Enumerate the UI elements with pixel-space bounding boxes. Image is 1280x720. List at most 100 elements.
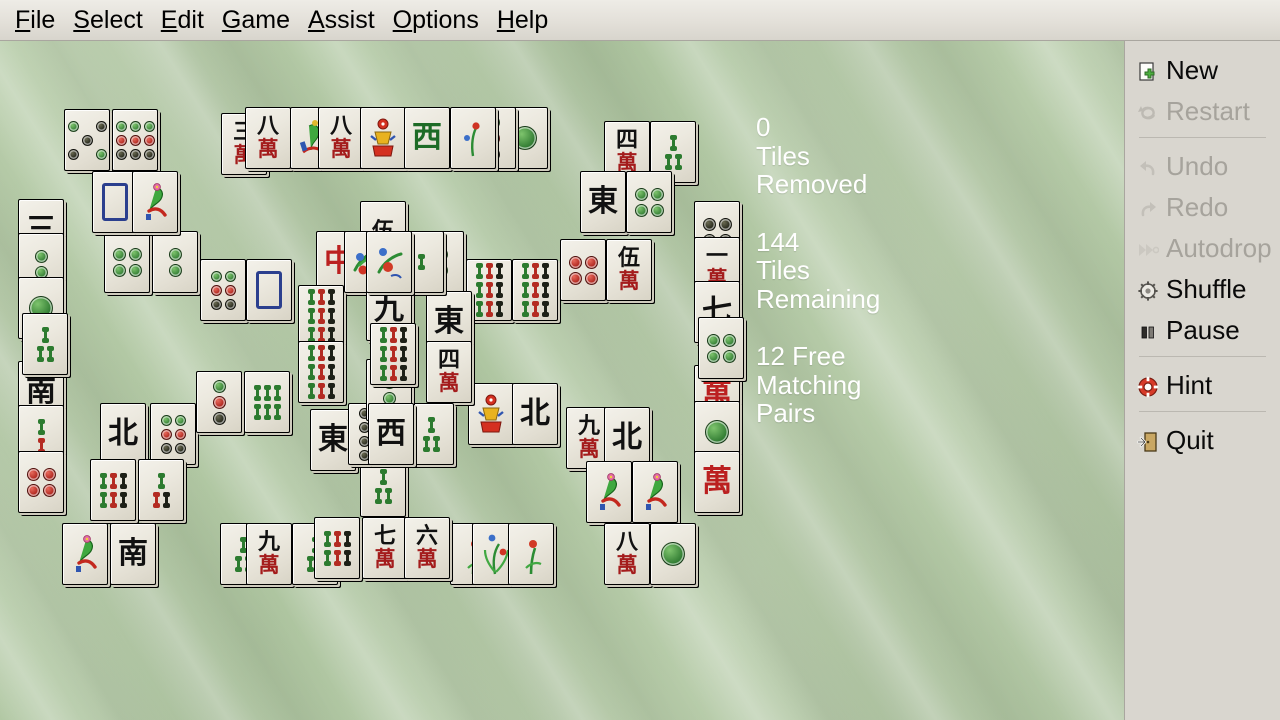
bamboo-stick	[379, 468, 387, 485]
tile-wind-east[interactable]: 東	[580, 171, 626, 233]
menu-help[interactable]: Help	[488, 5, 557, 35]
tile-flower-small-b[interactable]	[508, 523, 554, 585]
tile-bam-3c[interactable]	[138, 459, 184, 521]
tile-char-8b[interactable]: 八萬	[318, 107, 364, 169]
sidebar-quit-button[interactable]: Quit	[1125, 419, 1280, 460]
tile-face	[361, 456, 405, 516]
dot	[95, 120, 107, 132]
dots-group-6	[160, 414, 186, 454]
tile-glyph: 北	[108, 416, 138, 451]
tiles-removed-label-1: Tiles	[756, 140, 810, 171]
tile-face	[699, 318, 743, 378]
dot	[115, 148, 127, 160]
tile-bam-9b[interactable]	[370, 323, 416, 385]
tile-season-red-b[interactable]	[468, 383, 514, 445]
bamboo-stick	[323, 549, 331, 566]
bamboo-stick	[343, 549, 351, 566]
tile-dots-4d[interactable]	[560, 239, 606, 301]
tile-face	[151, 404, 195, 464]
tile-bam-9d[interactable]	[466, 259, 512, 321]
menu-assist[interactable]: Assist	[299, 5, 384, 35]
tile-flower-parrot-b[interactable]	[62, 523, 108, 585]
tile-dots-4[interactable]	[626, 171, 672, 233]
bamboo-stick	[495, 282, 503, 298]
tile-dots-9[interactable]	[112, 109, 158, 171]
tile-wind-west[interactable]: 西	[368, 403, 414, 465]
tile-wind-north-b[interactable]: 北	[512, 383, 558, 445]
dot	[584, 271, 598, 285]
tile-dots-4f[interactable]	[698, 317, 744, 379]
tile-char-6[interactable]: 六萬	[404, 517, 450, 579]
tile-dots-3b[interactable]	[196, 371, 242, 433]
dot	[568, 255, 582, 269]
tile-rank-glyph: 伍	[617, 246, 640, 271]
sidebar-new-button[interactable]: New	[1125, 49, 1280, 90]
tile-bam-9c[interactable]	[298, 341, 344, 403]
tile-wind-west-green[interactable]: 西	[404, 107, 450, 169]
tile-bam-6c[interactable]	[314, 517, 360, 579]
tile-dots-6[interactable]	[200, 259, 246, 321]
tile-wind-south-b[interactable]: 南	[110, 523, 156, 585]
dot	[722, 333, 736, 347]
free-pairs-label-2: Pairs	[756, 398, 816, 428]
bamboo-group-9	[307, 345, 335, 399]
tile-bam-6[interactable]	[244, 371, 290, 433]
tile-flower-rose[interactable]	[366, 231, 412, 293]
dot	[174, 414, 186, 426]
menu-options[interactable]: Options	[384, 5, 488, 35]
tile-dots-4b[interactable]	[18, 451, 64, 513]
tile-char-8c[interactable]: 八萬	[604, 523, 650, 585]
tile-suit-glyph: 萬	[616, 553, 638, 577]
tile-dots-4c[interactable]	[104, 231, 150, 293]
tile-dots-2b[interactable]	[152, 231, 198, 293]
tile-flower-parrot-d[interactable]	[632, 461, 678, 523]
bamboo-stick	[99, 472, 107, 489]
tile-bam-9[interactable]	[298, 285, 344, 347]
tile-bam-9e[interactable]	[512, 259, 558, 321]
menu-file[interactable]: File	[6, 5, 64, 35]
game-board[interactable]: 三萬八萬八萬西四萬東三南伍中九東四萬伍萬一萬七萬萬北南東西北九萬北八萬九萬七萬六…	[0, 41, 1124, 720]
tile-face: 八萬	[605, 524, 649, 584]
tile-char-9c[interactable]: 九萬	[246, 523, 292, 585]
lifebuoy-icon	[1137, 374, 1159, 397]
tile-bam-6b[interactable]	[90, 459, 136, 521]
tile-wind-north[interactable]: 北	[100, 403, 146, 465]
dot	[513, 126, 537, 150]
sidebar-hint-button[interactable]: Hint	[1125, 364, 1280, 405]
tile-dots-6b[interactable]	[150, 403, 196, 465]
dot	[160, 442, 172, 454]
tile-face	[627, 172, 671, 232]
tile-char-5b[interactable]: 伍萬	[606, 239, 652, 301]
tile-wind-north-c[interactable]: 北	[604, 407, 650, 469]
menu-edit[interactable]: Edit	[152, 5, 213, 35]
tile-dots-5[interactable]	[64, 109, 110, 171]
dots-group-4	[634, 187, 664, 217]
dot	[67, 120, 79, 132]
tile-season-red[interactable]	[360, 107, 406, 169]
tile-season-small[interactable]	[450, 107, 496, 169]
bamboo-stick	[521, 263, 529, 279]
tile-dots-1d[interactable]	[650, 523, 696, 585]
tile-face: 七萬	[363, 518, 407, 578]
tile-flower-parrot[interactable]	[132, 171, 178, 233]
bamboo-stick	[307, 289, 315, 305]
sidebar-shuffle-button[interactable]: Shuffle	[1125, 268, 1280, 309]
tile-flower-parrot-c[interactable]	[586, 461, 632, 523]
tile-char-8[interactable]: 八萬	[245, 107, 291, 169]
free-pairs-block: 12 Free Matching Pairs	[756, 342, 926, 428]
dot	[224, 298, 236, 310]
sidebar-redo-label: Redo	[1166, 191, 1229, 222]
tile-face: 北	[101, 404, 145, 464]
tile-bam-3b[interactable]	[22, 313, 68, 375]
menu-game[interactable]: Game	[213, 5, 299, 35]
tile-bam-3d[interactable]	[408, 403, 454, 465]
tile-char-wan-b[interactable]: 萬	[694, 451, 740, 513]
tiles-removed-label-2: Removed	[756, 169, 868, 199]
menu-select[interactable]: Select	[64, 5, 152, 35]
sidebar-pause-button[interactable]: Pause	[1125, 309, 1280, 350]
tile-char-7b[interactable]: 七萬	[362, 517, 408, 579]
dots-group-2	[34, 249, 48, 279]
dot	[129, 148, 141, 160]
tile-char-4b[interactable]: 四萬	[426, 341, 472, 403]
tile-white-dragon-b[interactable]	[246, 259, 292, 321]
